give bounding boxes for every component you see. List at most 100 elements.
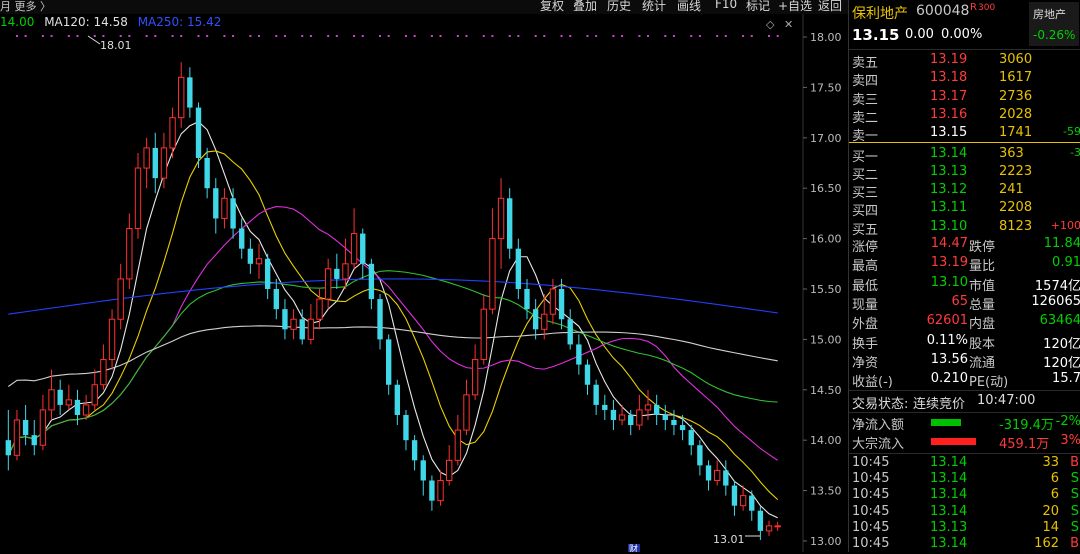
- event-dot: [413, 35, 416, 37]
- stat-value: 14.47: [930, 236, 968, 251]
- event-dot: [379, 35, 382, 37]
- candle-body: [230, 198, 236, 229]
- buy-order-row[interactable]: 买一 13.14 363 -3: [849, 146, 1080, 165]
- event-dot: [543, 35, 546, 37]
- toolbar-draw-button[interactable]: 画线: [677, 0, 701, 14]
- order-price: 13.18: [930, 70, 968, 86]
- candle-body: [204, 157, 210, 189]
- order-volume: 3060: [999, 52, 1033, 67]
- tick-row: 10:45 13.14 162 B: [849, 536, 1080, 554]
- candle-body: [749, 495, 755, 511]
- tick-side: B: [1070, 536, 1079, 551]
- finance-marker: 财: [629, 543, 638, 552]
- toolbar-overlay-button[interactable]: 叠加: [573, 0, 597, 14]
- kline-chart[interactable]: 18.00 17.50 17.00 16.50 16.00 15.50 15.00 14.50…: [0, 14, 848, 552]
- toolbar-back-button[interactable]: 返回: [818, 0, 842, 14]
- tick-volume: 162: [1034, 536, 1059, 551]
- candle-body: [377, 299, 383, 340]
- event-dot: [508, 35, 511, 37]
- candle-body: [74, 399, 81, 415]
- candle-body: [152, 147, 158, 179]
- order-price: 13.10: [930, 218, 968, 234]
- stat-label: 收益(-): [852, 375, 893, 391]
- order-volume: 1617: [999, 70, 1033, 86]
- candle-body: [532, 309, 539, 330]
- candle-body: [82, 404, 90, 416]
- event-dot: [275, 35, 278, 37]
- stat-value: 13.19: [930, 255, 968, 271]
- low-price-label: 13.01: [713, 533, 745, 546]
- candle-body: [273, 289, 279, 310]
- order-volume: 2208: [999, 200, 1033, 216]
- trade-status-label: 交易状态:: [852, 397, 909, 412]
- event-dot: [465, 35, 468, 37]
- candle-body: [549, 288, 557, 315]
- event-dot: [76, 35, 79, 37]
- sell-order-row[interactable]: 卖四 13.18 1617: [849, 70, 1080, 89]
- event-dot: [15, 35, 18, 37]
- period-more-menu[interactable]: 月 更多 〉: [0, 0, 51, 14]
- sell-order-row[interactable]: 卖三 13.17 2736: [849, 89, 1080, 108]
- toolbar-mark-button[interactable]: 标记: [746, 0, 770, 14]
- toolbar-history-button[interactable]: 历史: [607, 0, 631, 14]
- candle-body: [636, 409, 643, 426]
- event-dot: [258, 35, 261, 37]
- toolbar-fuquan-button[interactable]: 复权: [540, 0, 564, 14]
- stat-label: 最高: [852, 259, 879, 275]
- event-dot: [145, 35, 148, 37]
- event-dot: [690, 35, 693, 37]
- candle-body: [739, 495, 747, 507]
- stock-code: 600048: [916, 3, 970, 19]
- candle-body: [39, 409, 47, 446]
- candle-body: [108, 318, 116, 361]
- event-dot: [517, 35, 520, 37]
- toolbar-stats-button[interactable]: 统计: [642, 0, 666, 14]
- candle-body: [255, 258, 263, 265]
- tick-side: B: [1070, 455, 1079, 470]
- buy-order-row[interactable]: 买四 13.11 2208: [849, 200, 1080, 219]
- buy-order-row[interactable]: 买二 13.13 2223: [849, 164, 1080, 183]
- candle-body: [662, 414, 668, 421]
- toolbar-f10-button[interactable]: F10: [715, 0, 737, 11]
- candle-body: [324, 268, 332, 300]
- event-dot: [560, 35, 563, 37]
- flow-value: 459.1万: [999, 437, 1050, 452]
- event-dot: [93, 35, 96, 37]
- sell-order-row[interactable]: 卖一 13.15 1741 -59: [849, 125, 1080, 144]
- candle-body: [213, 188, 219, 219]
- order-label: 卖二: [852, 110, 879, 126]
- event-dot: [638, 35, 641, 37]
- flow-label: 大宗流入: [852, 437, 905, 452]
- candle-body: [653, 404, 660, 415]
- toolbar-add-watchlist-button[interactable]: +自选: [778, 0, 812, 14]
- y-tick-label: 15.00: [810, 333, 842, 346]
- candle-body: [160, 147, 168, 179]
- candle-body: [489, 238, 496, 310]
- sell-order-row[interactable]: 卖五 13.19 3060: [849, 52, 1080, 71]
- event-dot: [491, 35, 494, 37]
- stat-row: 最高 13.19 量比 0.91: [849, 255, 1080, 275]
- flow-bar: [931, 438, 976, 445]
- sell-order-row[interactable]: 卖二 13.16 2028: [849, 107, 1080, 126]
- stat-value: 120亿: [1043, 336, 1080, 352]
- candle-body: [567, 319, 573, 345]
- stat-label: 外盘: [852, 317, 879, 333]
- buy-order-row[interactable]: 买三 13.12 241: [849, 182, 1080, 201]
- event-dot: [232, 35, 235, 37]
- y-tick-label: 14.00: [810, 434, 842, 447]
- candle-body: [247, 248, 254, 264]
- price-row: 13.15 0.00 0.00%: [849, 26, 1080, 46]
- high-price-label: 18.01: [100, 39, 132, 52]
- order-price: 13.15: [930, 125, 968, 141]
- event-dot: [353, 35, 356, 37]
- event-dot: [128, 35, 131, 37]
- stat-label: 换手: [852, 336, 879, 352]
- candle-body: [705, 465, 712, 481]
- event-dot: [387, 35, 390, 37]
- tick-volume: 6: [1050, 487, 1059, 503]
- buy-order-row[interactable]: 买五 13.10 8123 +100: [849, 218, 1080, 238]
- stat-label: 最低: [852, 278, 879, 294]
- candle-body: [299, 319, 305, 340]
- stock-name[interactable]: 保利地产: [852, 3, 908, 23]
- candle-body: [480, 308, 487, 361]
